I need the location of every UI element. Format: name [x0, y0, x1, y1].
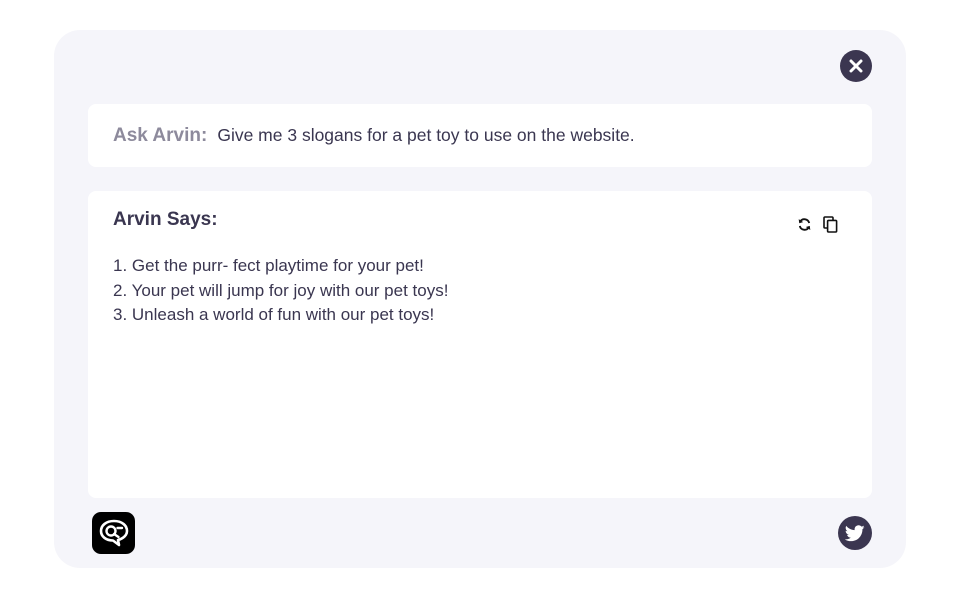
answer-line: 1. Get the purr- fect playtime for your …	[113, 256, 424, 275]
regenerate-button[interactable]	[796, 216, 812, 232]
arvin-logo-button[interactable]	[92, 512, 135, 554]
arvin-panel: Ask Arvin: Give me 3 slogans for a pet t…	[54, 30, 906, 568]
twitter-share-button[interactable]	[838, 516, 872, 550]
copy-icon	[822, 215, 837, 233]
answer-list: 1. Get the purr- fect playtime for your …	[113, 254, 448, 328]
close-icon	[849, 59, 863, 73]
ask-box: Ask Arvin: Give me 3 slogans for a pet t…	[88, 104, 872, 167]
ask-label: Ask Arvin:	[113, 124, 208, 146]
answer-line: 3. Unleash a world of fun with our pet t…	[113, 305, 435, 324]
close-button[interactable]	[840, 50, 872, 82]
refresh-icon	[798, 217, 810, 231]
ask-query-text: Give me 3 slogans for a pet toy to use o…	[217, 125, 635, 145]
arvin-logo-icon	[99, 519, 128, 547]
twitter-icon	[845, 524, 865, 541]
answer-title: Arvin Says:	[113, 209, 218, 230]
copy-button[interactable]	[822, 215, 838, 233]
answer-line: 2. Your pet will jump for joy with our p…	[113, 280, 449, 300]
answer-box: Arvin Says: 1. Get the purr- fect playti…	[88, 191, 872, 498]
answer-actions	[796, 215, 838, 233]
